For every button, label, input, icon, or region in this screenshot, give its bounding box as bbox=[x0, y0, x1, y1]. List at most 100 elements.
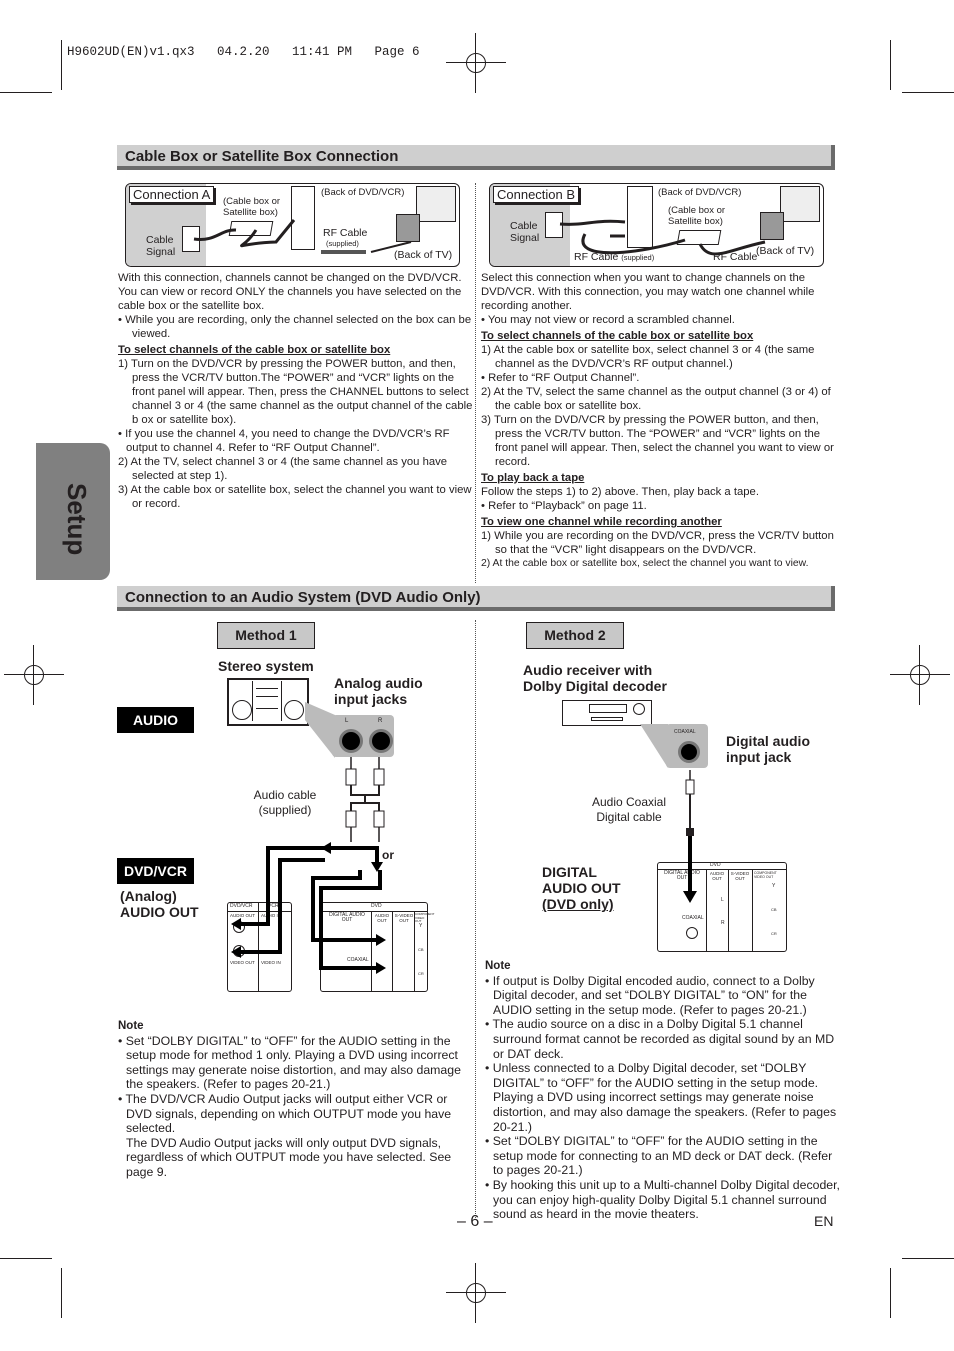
registration-mark-right bbox=[890, 645, 950, 705]
crop-mark bbox=[61, 1268, 62, 1318]
stereo-system-icon bbox=[227, 678, 309, 726]
subheading: To select channels of the cable box or s… bbox=[481, 330, 754, 342]
digital-out-line3: (DVD only) bbox=[542, 896, 614, 912]
print-header: H9602UD(EN)v1.qx3 04.2.20 11:41 PM Page … bbox=[67, 45, 420, 59]
method-2-label: Method 2 bbox=[526, 622, 624, 649]
bullet: • You may not view or record a scrambled… bbox=[481, 314, 735, 326]
svideo-out-label: S-VIDEO OUT bbox=[730, 871, 750, 881]
stereo-system-label: Stereo system bbox=[218, 658, 314, 674]
component-out-label: COMPONENT VIDEO OUT bbox=[754, 871, 777, 879]
digital-out-line2: AUDIO OUT bbox=[542, 880, 621, 896]
step: 3) Turn on the DVD/VCR by pressing the P… bbox=[481, 414, 834, 468]
note-item: • Set “DOLBY DIGITAL” to “OFF” for the A… bbox=[485, 1134, 833, 1178]
digital-out-line1: DIGITAL bbox=[542, 864, 597, 880]
note-item: • If output is Dolby Digital encoded aud… bbox=[485, 973, 815, 1017]
note-item: • The DVD/VCR Audio Output jacks will ou… bbox=[118, 1091, 452, 1136]
section-header-cable-box: Cable Box or Satellite Box Connection bbox=[117, 145, 835, 170]
registration-mark-bottom bbox=[446, 1263, 506, 1323]
note-title: Note bbox=[118, 1020, 144, 1032]
step: 2) At the cable box or satellite box, se… bbox=[481, 558, 809, 569]
l-label: L bbox=[721, 897, 724, 903]
tv-antenna-jack-icon bbox=[760, 212, 784, 240]
subheading: To play back a tape bbox=[481, 472, 585, 484]
crop-mark bbox=[902, 1258, 954, 1259]
step: 2) At the TV, select channel 3 or 4 (the… bbox=[118, 456, 448, 482]
intro-paragraph: With this connection, channels cannot be… bbox=[118, 272, 462, 312]
note-item: The DVD Audio Output jacks will only out… bbox=[126, 1135, 452, 1179]
jack-l-icon bbox=[339, 729, 363, 753]
jack-r-label: R bbox=[378, 718, 383, 724]
back-tv-label: (Back of TV) bbox=[756, 245, 815, 257]
column-divider bbox=[475, 183, 476, 583]
step: • Refer to “Playback” on page 11. bbox=[481, 500, 647, 512]
connection-a-text: With this connection, channels cannot be… bbox=[118, 271, 474, 511]
audio-receiver-icon bbox=[562, 700, 652, 726]
section-title: Cable Box or Satellite Box Connection bbox=[125, 148, 399, 165]
intro-paragraph: Select this connection when you want to … bbox=[481, 272, 815, 312]
method-2-note: Note • If output is Dolby Digital encode… bbox=[485, 959, 840, 1222]
note-item: • Unless connected to a Dolby Digital de… bbox=[485, 1061, 837, 1134]
tv-back-icon bbox=[780, 186, 820, 222]
rf-supplied-text: (supplied) bbox=[621, 253, 655, 262]
jack-r-icon bbox=[369, 729, 393, 753]
section-header-audio-system: Connection to an Audio System (DVD Audio… bbox=[117, 586, 835, 611]
page-number: – 6 – bbox=[457, 1213, 493, 1230]
step: 1) While you are recording on the DVD/VC… bbox=[481, 530, 834, 556]
bullet: • While you are recording, only the chan… bbox=[118, 314, 472, 340]
rf-cable-text: RF Cable bbox=[574, 251, 619, 263]
analog-audio-out-label: (Analog) AUDIO OUT bbox=[120, 888, 199, 920]
jack-l-label: L bbox=[345, 718, 349, 724]
receiver-label: Audio receiver with Dolby Digital decode… bbox=[523, 662, 667, 694]
digital-jack-panel: COAXIAL bbox=[666, 724, 708, 768]
step: 3) At the cable box or satellite box, se… bbox=[118, 484, 472, 510]
note-item: • The audio source on a disc in a Dolby … bbox=[485, 1017, 835, 1061]
cr-label: CR bbox=[771, 931, 777, 936]
step: 1) Turn on the DVD/VCR by pressing the P… bbox=[118, 358, 473, 426]
coaxial-small-label: COAXIAL bbox=[674, 729, 696, 735]
step: • Refer to “RF Output Channel”. bbox=[481, 372, 640, 384]
note-item: • By hooking this unit up to a Multi-cha… bbox=[485, 1177, 840, 1222]
crop-mark bbox=[0, 1258, 52, 1259]
language-label: EN bbox=[814, 1213, 834, 1229]
registration-mark-left bbox=[4, 645, 64, 705]
coaxial-label: COAXIAL bbox=[682, 915, 704, 921]
panel-dvd-label: DVD bbox=[710, 862, 721, 868]
audio-tag: AUDIO bbox=[117, 707, 194, 733]
step: 2) At the TV, select the same channel as… bbox=[481, 386, 831, 412]
note-title: Note bbox=[485, 960, 511, 972]
audio-cable-icon bbox=[345, 757, 385, 842]
back-tv-label: (Back of TV) bbox=[394, 249, 453, 261]
connection-b-diagram: Connection B Cable Signal (Back of DVD/V… bbox=[489, 183, 824, 267]
setup-side-tab: Setup bbox=[36, 443, 110, 580]
analog-jacks-panel: L R bbox=[332, 715, 394, 757]
connection-a-diagram: Connection A Cable Signal (Cable box or … bbox=[125, 183, 460, 267]
crop-mark bbox=[890, 40, 891, 90]
connection-arrows bbox=[231, 842, 386, 974]
method-1-label: Method 1 bbox=[217, 622, 315, 649]
setup-tab-label: Setup bbox=[62, 483, 92, 556]
dvd-audio-out-label: AUDIO OUT bbox=[709, 871, 725, 881]
step: Follow the steps 1) to 2) above. Then, p… bbox=[481, 486, 759, 498]
cb-label: CB bbox=[771, 907, 777, 912]
step: 1) At the cable box or satellite box, se… bbox=[481, 344, 815, 370]
crop-mark bbox=[61, 40, 62, 90]
audio-cable-label: Audio cable (supplied) bbox=[253, 788, 317, 817]
subheading: To select channels of the cable box or s… bbox=[118, 344, 391, 356]
section-title: Connection to an Audio System (DVD Audio… bbox=[125, 589, 481, 606]
step: • If you use the channel 4, you need to … bbox=[118, 428, 450, 454]
method-1-note: Note • Set “DOLBY DIGITAL” to “OFF” for … bbox=[118, 1019, 463, 1180]
digital-jack-label: Digital audio input jack bbox=[726, 733, 810, 765]
column-divider bbox=[475, 620, 476, 1220]
crop-mark bbox=[902, 92, 954, 93]
digital-arrow bbox=[683, 845, 697, 903]
digital-audio-out-label: DIGITAL AUDIO OUT (DVD only) bbox=[542, 864, 621, 912]
rf-cable-label: RF Cable bbox=[713, 251, 758, 263]
r-label: R bbox=[721, 920, 725, 926]
subheading: To view one channel while recording anot… bbox=[481, 516, 722, 528]
note-item: • Set “DOLBY DIGITAL” to “OFF” for the A… bbox=[118, 1033, 461, 1092]
registration-mark-top bbox=[446, 33, 506, 93]
rf-cable-supplied-label: RF Cable (supplied) bbox=[574, 252, 654, 263]
y-label: Y bbox=[772, 883, 776, 889]
dvdvcr-tag: DVD/VCR bbox=[117, 858, 194, 884]
digital-jack-icon bbox=[678, 741, 700, 763]
